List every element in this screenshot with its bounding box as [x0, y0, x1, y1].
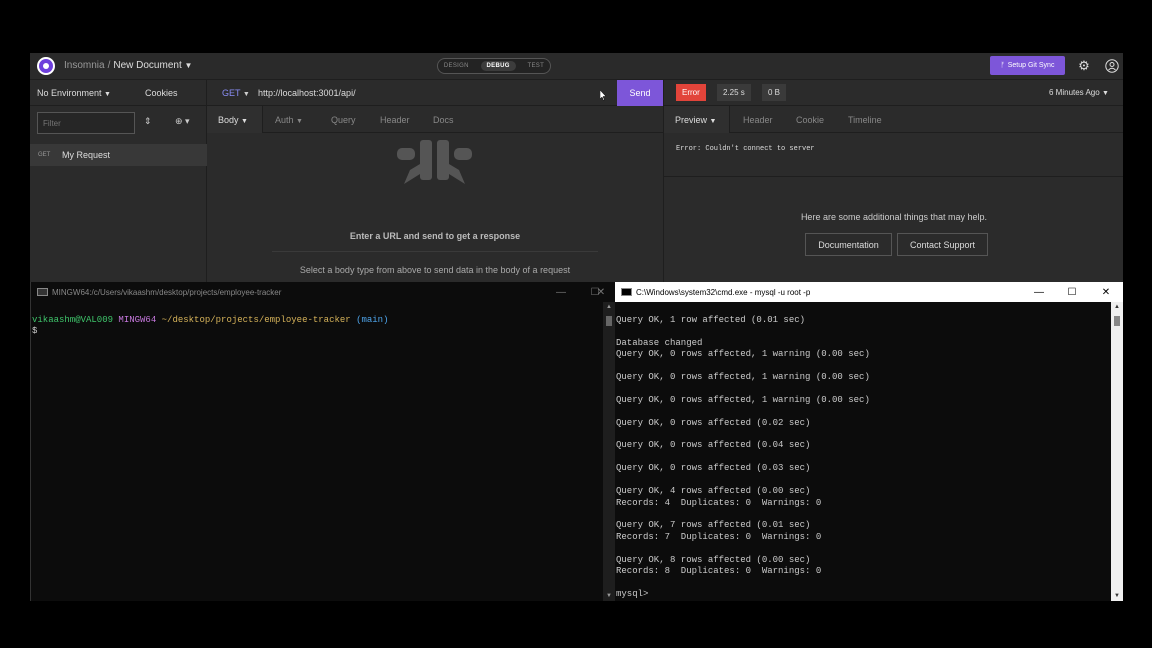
tab-body[interactable]: Body ▼ — [218, 115, 248, 125]
git-sync-label: Setup Git Sync — [1007, 62, 1055, 69]
cookies-button[interactable]: Cookies — [145, 88, 178, 98]
divider — [272, 251, 598, 252]
insomnia-logo-icon[interactable] — [37, 57, 55, 75]
tab-timeline[interactable]: Timeline — [848, 115, 882, 125]
breadcrumb-app[interactable]: Insomnia — [64, 60, 105, 71]
breadcrumb-separator: / — [107, 60, 111, 71]
scroll-down-icon[interactable]: ▼ — [1111, 593, 1123, 599]
empty-state-message: Enter a URL and send to get a response — [349, 231, 521, 241]
close-icon[interactable]: ✕ — [593, 284, 609, 300]
tab-preview[interactable]: Preview ▼ — [675, 115, 716, 125]
help-text: Here are some additional things that may… — [800, 212, 988, 222]
close-icon[interactable]: ✕ — [1098, 284, 1114, 300]
tab-preview-label: Preview — [675, 115, 708, 125]
cmd-icon — [621, 288, 632, 296]
documentation-button[interactable]: Documentation — [805, 233, 892, 256]
mode-toggle: DESIGN DEBUG TEST — [437, 58, 551, 74]
method-label: GET — [222, 88, 241, 98]
error-message: Error: Couldn't connect to server — [676, 145, 815, 153]
history-label: 6 Minutes Ago — [1049, 88, 1100, 97]
mysql-output[interactable]: Query OK, 1 row affected (0.01 sec) Data… — [616, 315, 870, 600]
scrollbar[interactable]: ▲ ▼ — [603, 302, 615, 601]
cmd-title-bar[interactable]: C:\Windows\system32\cmd.exe - mysql -u r… — [615, 282, 1123, 302]
filter-input[interactable] — [37, 112, 135, 134]
method-selector[interactable]: GET ▼ — [222, 88, 250, 98]
prompt-shell: MINGW64 — [118, 315, 157, 325]
mode-test[interactable]: TEST — [528, 63, 545, 69]
time-badge: 2.25 s — [717, 84, 751, 101]
scroll-down-icon[interactable]: ▼ — [603, 593, 615, 599]
gear-icon[interactable]: ⚙ — [1075, 57, 1093, 75]
git-bash-output[interactable]: vikaashm@VAL009 MINGW64 ~/desktop/projec… — [32, 315, 388, 337]
tab-auth[interactable]: Auth ▼ — [275, 115, 303, 125]
mode-design[interactable]: DESIGN — [444, 63, 469, 69]
scroll-up-icon[interactable]: ▲ — [1111, 304, 1123, 310]
contact-support-button[interactable]: Contact Support — [897, 233, 988, 256]
status-badge: Error — [676, 84, 706, 101]
response-status-bar: Error 2.25 s 0 B 6 Minutes Ago ▼ — [664, 80, 1123, 106]
empty-state-illustration — [397, 140, 472, 184]
request-tabs: Body ▼ Auth ▼ Query Header Docs — [207, 106, 663, 133]
request-method: GET — [38, 152, 51, 158]
history-dropdown[interactable]: 6 Minutes Ago ▼ — [1049, 88, 1109, 97]
git-bash-title-bar[interactable]: MINGW64:/c/Users/vikaashm/desktop/projec… — [31, 282, 615, 302]
tab-body-label: Body — [218, 115, 239, 125]
divider — [664, 176, 1123, 177]
environment-label: No Environment — [37, 88, 102, 98]
window-title: C:\Windows\system32\cmd.exe - mysql -u r… — [636, 287, 811, 297]
request-pane: GET ▼ http://localhost:3001/api/ Send Bo… — [207, 80, 663, 282]
divider — [30, 105, 207, 106]
chevron-down-icon[interactable]: ▼ — [185, 61, 193, 70]
chevron-down-icon: ▼ — [242, 91, 250, 98]
scroll-thumb[interactable] — [606, 316, 612, 326]
sort-icon[interactable]: ⇕ — [144, 116, 152, 127]
breadcrumb: Insomnia / New Document ▼ — [64, 60, 192, 71]
response-tabs: Preview ▼ Header Cookie Timeline — [664, 106, 1123, 133]
minimize-icon[interactable]: — — [553, 284, 569, 300]
environment-selector[interactable]: No Environment ▼ — [37, 88, 111, 98]
url-bar: GET ▼ http://localhost:3001/api/ Send — [207, 80, 663, 106]
tab-auth-label: Auth — [275, 115, 294, 125]
tab-response-header[interactable]: Header — [743, 115, 773, 125]
sidebar: No Environment ▼ Cookies ⇕ ⊕ ▾ GET My Re… — [30, 80, 207, 282]
sidebar-request-item[interactable]: GET My Request — [30, 144, 207, 166]
chevron-down-icon: ▼ — [709, 118, 717, 125]
scrollbar[interactable]: ▲ ▼ — [1111, 302, 1123, 601]
cmd-window: C:\Windows\system32\cmd.exe - mysql -u r… — [615, 282, 1123, 601]
scroll-thumb[interactable] — [1114, 316, 1120, 326]
tab-cookie[interactable]: Cookie — [796, 115, 824, 125]
window-title: MINGW64:/c/Users/vikaashm/desktop/projec… — [52, 287, 282, 297]
prompt-symbol: $ — [32, 326, 38, 336]
prompt-user: vikaashm@VAL009 — [32, 315, 114, 325]
chevron-down-icon: ▼ — [1101, 90, 1109, 97]
mode-debug[interactable]: DEBUG — [480, 61, 516, 71]
send-button[interactable]: Send — [617, 80, 663, 106]
terminal-icon — [37, 288, 48, 296]
url-input[interactable]: http://localhost:3001/api/ — [258, 88, 356, 98]
tab-docs[interactable]: Docs — [433, 115, 454, 125]
body-hint: Select a body type from above to send da… — [299, 265, 571, 275]
insomnia-window: Insomnia / New Document ▼ DESIGN DEBUG TES… — [30, 53, 1123, 282]
prompt-branch: (main) — [356, 315, 389, 325]
scroll-up-icon[interactable]: ▲ — [603, 304, 615, 310]
top-bar: Insomnia / New Document ▼ DESIGN DEBUG TES… — [30, 53, 1123, 80]
response-pane: Error 2.25 s 0 B 6 Minutes Ago ▼ Preview… — [663, 80, 1123, 282]
add-circle-icon[interactable]: ⊕ ▾ — [175, 116, 190, 127]
chevron-down-icon: ▼ — [296, 118, 303, 125]
tab-query[interactable]: Query — [331, 115, 356, 125]
prompt-path: ~/desktop/projects/employee-tracker — [161, 315, 351, 325]
mouse-cursor-icon — [600, 90, 606, 101]
account-icon[interactable] — [1103, 57, 1121, 75]
breadcrumb-document[interactable]: New Document — [113, 60, 181, 71]
request-name: My Request — [62, 150, 111, 160]
minimize-icon[interactable]: — — [1031, 284, 1047, 300]
chevron-down-icon: ▼ — [241, 118, 248, 125]
git-branch-icon: ᚠ — [1000, 62, 1005, 69]
size-badge: 0 B — [762, 84, 787, 101]
maximize-icon[interactable]: ☐ — [1064, 284, 1080, 300]
chevron-down-icon: ▼ — [104, 91, 111, 98]
tab-header[interactable]: Header — [380, 115, 410, 125]
git-bash-window: MINGW64:/c/Users/vikaashm/desktop/projec… — [30, 282, 615, 601]
setup-git-sync-button[interactable]: ᚠ Setup Git Sync — [990, 56, 1065, 75]
